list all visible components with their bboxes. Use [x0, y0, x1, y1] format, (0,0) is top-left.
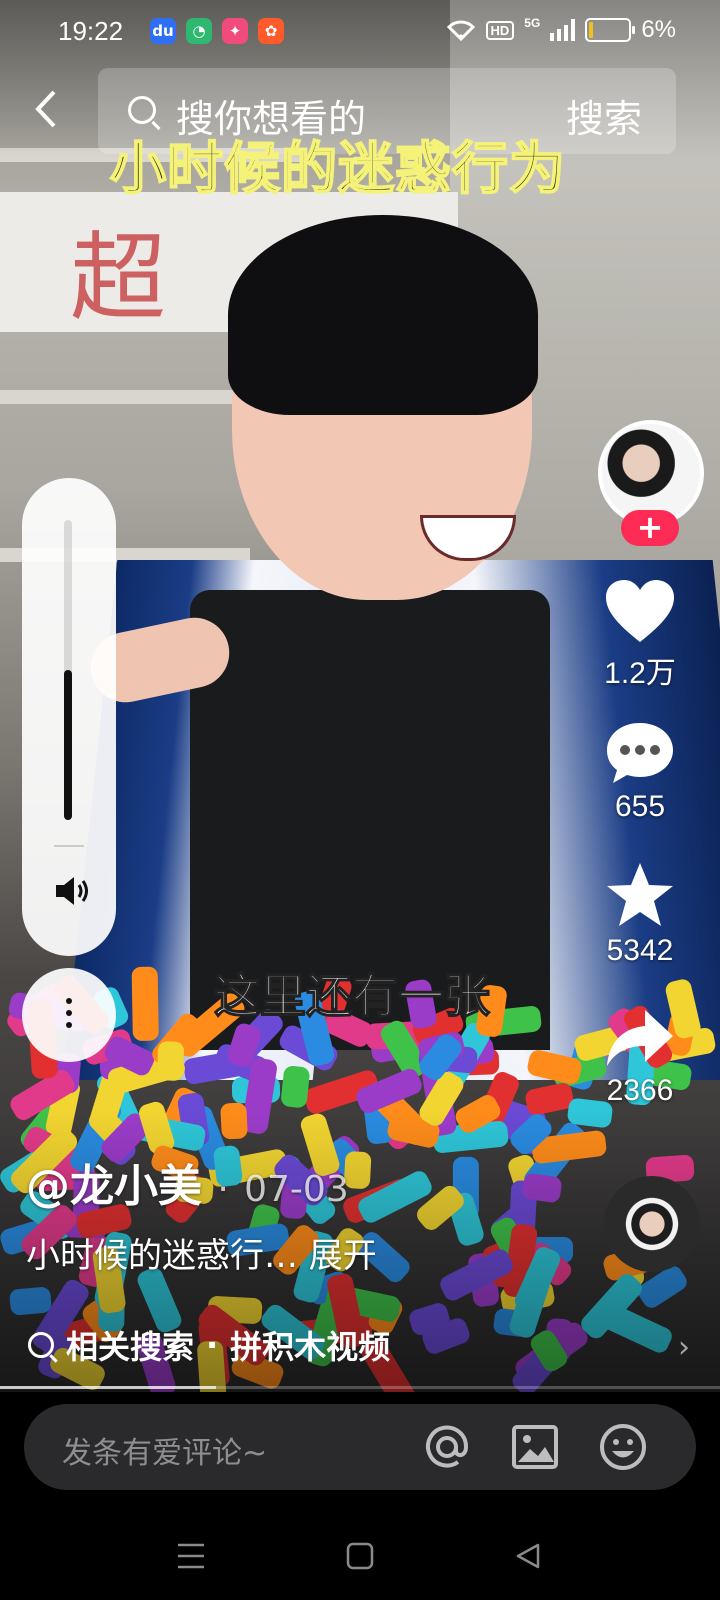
status-bar: 19:22 du ◔ ✦ ✿ HD 5G 6% — [0, 0, 720, 64]
more-vertical-icon — [66, 998, 72, 1034]
comment-input[interactable]: 发条有爱评论~ — [24, 1404, 696, 1490]
menu-icon[interactable] — [176, 1542, 206, 1570]
status-right: HD 5G 6% — [446, 16, 676, 44]
search-icon — [28, 1332, 54, 1358]
home-square-icon[interactable] — [346, 1542, 374, 1570]
toy-block — [280, 1065, 311, 1109]
image-icon[interactable] — [510, 1422, 560, 1472]
orange-app-icon: ✿ — [258, 18, 284, 44]
system-nav-bar — [0, 1500, 720, 1600]
video-title-caption: 小时候的迷惑行为 — [109, 136, 566, 203]
comment-bubble-icon — [607, 723, 673, 783]
separator: · — [217, 1169, 229, 1210]
volume-slider[interactable] — [64, 520, 72, 820]
hd-badge: HD — [485, 20, 515, 40]
chevron-left-icon — [35, 90, 56, 128]
search-icon — [128, 96, 156, 124]
video-description[interactable]: 小时候的迷惑行… 展开 — [26, 1228, 377, 1277]
author-name[interactable]: @龙小美 — [26, 1161, 202, 1212]
speaker-icon[interactable] — [52, 873, 92, 909]
favorite-button[interactable]: 5342 — [585, 860, 695, 968]
person-hair — [228, 215, 538, 415]
whiteboard-writing: 超 — [70, 222, 166, 334]
pink-app-icon: ✦ — [222, 18, 248, 44]
mention-icon[interactable] — [422, 1422, 472, 1472]
wifi-icon — [446, 20, 475, 41]
comment-count: 655 — [614, 790, 666, 823]
baidu-app-icon: du — [150, 18, 176, 44]
network-type: 5G — [524, 16, 541, 30]
more-options-button[interactable] — [22, 968, 116, 1062]
star-icon — [607, 863, 673, 926]
related-search-label: 相关搜索 — [66, 1328, 195, 1366]
green-app-icon: ◔ — [186, 18, 212, 44]
comment-button[interactable]: 655 — [585, 720, 695, 824]
toy-block — [131, 966, 159, 1042]
search-button[interactable]: 搜索 — [566, 88, 642, 143]
battery-percent: 6% — [641, 16, 676, 43]
post-date: 07-03 — [244, 1169, 349, 1210]
author-line[interactable]: @龙小美 · 07-03 — [26, 1150, 349, 1214]
progress-fill — [0, 1386, 216, 1389]
heart-icon — [606, 580, 674, 642]
notification-icons: du ◔ ✦ ✿ — [150, 18, 284, 44]
like-button[interactable]: 1.2万 — [585, 578, 695, 692]
like-count: 1.2万 — [604, 657, 676, 690]
favorite-count: 5342 — [606, 934, 674, 967]
status-time: 19:22 — [58, 16, 124, 46]
volume-level — [64, 670, 72, 820]
follow-button[interactable]: + — [621, 510, 679, 546]
back-triangle-icon[interactable] — [514, 1542, 542, 1570]
chevron-right-icon[interactable]: › — [678, 1330, 690, 1365]
video-progress-bar[interactable] — [0, 1386, 720, 1389]
share-button[interactable]: 2366 — [585, 1006, 695, 1108]
battery-icon — [585, 18, 636, 42]
emoji-icon[interactable] — [598, 1422, 648, 1472]
separator: · — [206, 1326, 219, 1364]
video-subtitle: 这里还有一张 — [213, 968, 491, 1024]
volume-panel[interactable] — [22, 478, 116, 956]
share-count: 2366 — [606, 1074, 674, 1107]
comment-placeholder: 发条有爱评论~ — [62, 1436, 268, 1471]
related-search[interactable]: 相关搜索 · 拼积木视频 — [28, 1322, 390, 1368]
music-disc[interactable] — [604, 1176, 700, 1272]
share-arrow-icon — [607, 1010, 673, 1066]
toy-block — [156, 1040, 185, 1081]
back-button[interactable] — [30, 86, 70, 136]
signal-icon — [550, 19, 576, 41]
related-search-topic: 拼积木视频 — [230, 1328, 391, 1366]
